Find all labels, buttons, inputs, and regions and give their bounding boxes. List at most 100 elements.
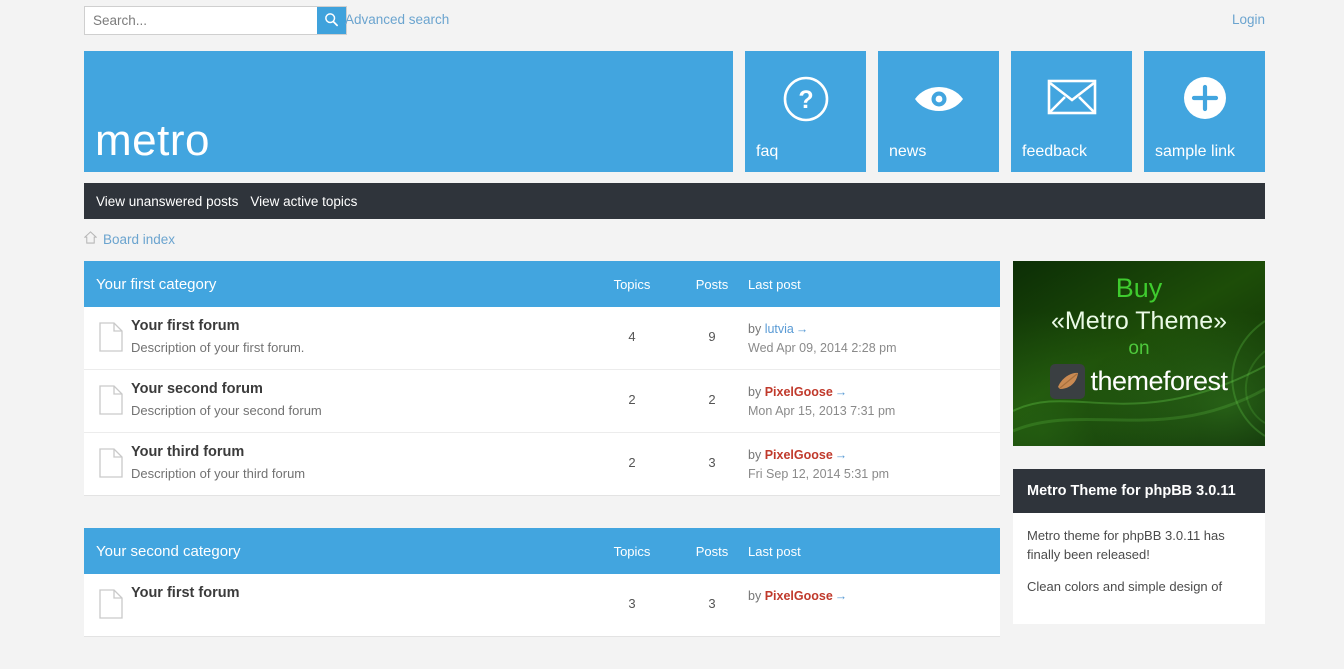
sidebar-news-panel: Metro Theme for phpBB 3.0.11 Metro theme… <box>1013 469 1265 624</box>
forum-title-link[interactable]: Your third forum <box>131 442 305 464</box>
breadcrumb: Board index <box>84 231 175 247</box>
nav-view-active-topics[interactable]: View active topics <box>250 194 357 209</box>
forum-description: Description of your third forum <box>131 464 305 484</box>
sidebar-news-paragraph: Clean colors and simple design of <box>1027 578 1251 597</box>
forum-category: Your first category Topics Posts Last po… <box>84 261 1000 496</box>
secondary-nav-bar: View unanswered posts View active topics <box>84 183 1265 219</box>
nav-tile-news[interactable]: news <box>878 51 999 172</box>
banner-buy-text: Buy <box>1013 274 1265 304</box>
forum-row[interactable]: Your first forum Description of your fir… <box>84 307 1000 370</box>
last-post-goto-icon[interactable]: → <box>796 322 809 336</box>
nav-tile-faq[interactable]: ? faq <box>745 51 866 172</box>
column-header-topics: Topics <box>592 544 672 559</box>
envelope-icon <box>1011 75 1132 119</box>
banner-marketplace-row: themeforest <box>1013 364 1265 399</box>
forum-title-link[interactable]: Your first forum <box>131 583 239 605</box>
forum-page-icon <box>99 322 123 357</box>
forum-title-link[interactable]: Your second forum <box>131 379 322 401</box>
column-header-last-post: Last post <box>748 544 801 559</box>
search-input[interactable] <box>85 7 317 34</box>
last-post-goto-icon[interactable]: → <box>835 448 848 462</box>
search-box <box>84 6 347 35</box>
last-post-user-link[interactable]: lutvia <box>765 322 794 336</box>
banner-content: Buy «Metro Theme» on themeforest <box>1013 261 1265 399</box>
last-post-user-link[interactable]: PixelGoose <box>765 448 833 462</box>
nav-tile-feedback[interactable]: feedback <box>1011 51 1132 172</box>
forum-last-post: by PixelGoose→ Mon Apr 15, 2013 7:31 pm <box>748 383 895 422</box>
top-bar: Advanced search Login <box>0 0 1344 43</box>
forum-topics-count: 3 <box>592 596 672 611</box>
forum-row[interactable]: Your third forum Description of your thi… <box>84 433 1000 496</box>
forum-topics-count: 2 <box>592 455 672 470</box>
forum-topics-count: 4 <box>592 329 672 344</box>
forum-posts-count: 3 <box>672 596 752 611</box>
column-header-posts: Posts <box>672 277 752 292</box>
search-button[interactable] <box>317 7 346 34</box>
forum-row[interactable]: Your second forum Description of your se… <box>84 370 1000 433</box>
forum-topics-count: 2 <box>592 392 672 407</box>
sidebar-news-title: Metro Theme for phpBB 3.0.11 <box>1013 469 1265 513</box>
last-post-date: Fri Sep 12, 2014 5:31 pm <box>748 465 889 484</box>
plus-circle-icon <box>1144 75 1265 121</box>
column-header-posts: Posts <box>672 544 752 559</box>
last-post-date: Mon Apr 15, 2013 7:31 pm <box>748 402 895 421</box>
breadcrumb-board-index[interactable]: Board index <box>103 232 175 247</box>
last-post-date: Wed Apr 09, 2014 2:28 pm <box>748 339 896 358</box>
banner-on-text: on <box>1013 338 1265 361</box>
eye-icon <box>878 75 999 123</box>
column-header-topics: Topics <box>592 277 672 292</box>
forum-row-text: Your second forum Description of your se… <box>131 379 322 420</box>
sidebar-news-body: Metro theme for phpBB 3.0.11 has finally… <box>1013 513 1265 624</box>
forum-row-text: Your third forum Description of your thi… <box>131 442 305 483</box>
forum-posts-count: 9 <box>672 329 752 344</box>
forum-category: Your second category Topics Posts Last p… <box>84 528 1000 637</box>
banner-theme-text: «Metro Theme» <box>1013 306 1265 337</box>
last-post-prefix: by <box>748 385 761 399</box>
site-logo-tile[interactable]: metro <box>84 51 733 172</box>
sidebar: Buy «Metro Theme» on themeforest Metro T… <box>1013 261 1265 624</box>
nav-tile-sample-link[interactable]: sample link <box>1144 51 1265 172</box>
forum-description: Description of your second forum <box>131 401 322 421</box>
nav-view-unanswered-posts[interactable]: View unanswered posts <box>96 194 238 209</box>
last-post-prefix: by <box>748 322 761 336</box>
themeforest-leaf-icon <box>1050 364 1085 399</box>
category-title: Your first category <box>96 276 216 293</box>
advanced-search-link[interactable]: Advanced search <box>345 12 449 27</box>
forum-page-icon <box>99 448 123 483</box>
forum-posts-count: 2 <box>672 392 752 407</box>
site-logo-text: metro <box>95 119 210 163</box>
last-post-user-link[interactable]: PixelGoose <box>765 589 833 603</box>
home-icon <box>84 231 97 247</box>
login-link[interactable]: Login <box>1232 12 1265 27</box>
last-post-goto-icon[interactable]: → <box>835 385 848 399</box>
forum-title-link[interactable]: Your first forum <box>131 316 304 338</box>
question-circle-icon: ? <box>745 75 866 123</box>
header-tiles: metro ? faq news feedbac <box>84 51 1265 172</box>
forum-posts-count: 3 <box>672 455 752 470</box>
forum-page-icon <box>99 589 123 624</box>
column-header-last-post: Last post <box>748 277 801 292</box>
category-header: Your second category Topics Posts Last p… <box>84 528 1000 574</box>
category-title: Your second category <box>96 543 241 560</box>
search-icon <box>324 12 339 30</box>
svg-text:?: ? <box>798 86 813 114</box>
forum-row-text: Your first forum <box>131 583 239 605</box>
forum-description: Description of your first forum. <box>131 338 304 358</box>
nav-tile-news-label: news <box>889 143 926 161</box>
category-header: Your first category Topics Posts Last po… <box>84 261 1000 307</box>
last-post-user-link[interactable]: PixelGoose <box>765 385 833 399</box>
last-post-goto-icon[interactable]: → <box>835 589 848 603</box>
forum-list-column: Your first category Topics Posts Last po… <box>84 261 1000 669</box>
last-post-prefix: by <box>748 589 761 603</box>
nav-tile-sample-link-label: sample link <box>1155 143 1235 161</box>
themeforest-ad-banner[interactable]: Buy «Metro Theme» on themeforest <box>1013 261 1265 446</box>
forum-row-text: Your first forum Description of your fir… <box>131 316 304 357</box>
nav-tile-feedback-label: feedback <box>1022 143 1087 161</box>
forum-row[interactable]: Your first forum 3 3 by PixelGoose→ <box>84 574 1000 637</box>
banner-marketplace-text: themeforest <box>1090 366 1227 397</box>
forum-last-post: by PixelGoose→ Fri Sep 12, 2014 5:31 pm <box>748 446 889 485</box>
forum-last-post: by lutvia→ Wed Apr 09, 2014 2:28 pm <box>748 320 896 359</box>
forum-page-icon <box>99 385 123 420</box>
sidebar-news-paragraph: Metro theme for phpBB 3.0.11 has finally… <box>1027 527 1251 565</box>
last-post-prefix: by <box>748 448 761 462</box>
